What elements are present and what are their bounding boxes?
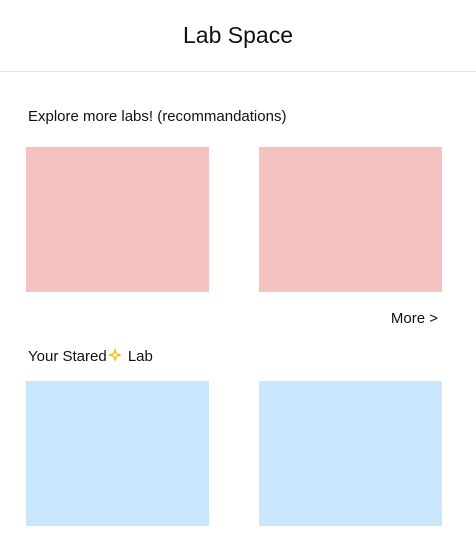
starred-lab-card-2[interactable] — [259, 381, 442, 526]
recommendations-section-title: Explore more labs! (recommandations) — [28, 108, 287, 125]
sparkle-star-icon — [107, 348, 122, 362]
page-title: Lab Space — [183, 22, 293, 48]
lab-space-page: Lab Space Explore more labs! (recommanda… — [0, 0, 476, 548]
more-link[interactable]: More > — [391, 310, 438, 328]
starred-title-suffix: Lab — [123, 348, 153, 365]
starred-lab-card-1[interactable] — [26, 381, 209, 526]
starred-title-text: Your Stared — [28, 348, 107, 365]
header: Lab Space — [0, 0, 476, 72]
starred-section-title: Your Stared Lab — [28, 348, 153, 366]
recommended-lab-card-2[interactable] — [259, 147, 442, 292]
recommended-lab-card-1[interactable] — [26, 147, 209, 292]
